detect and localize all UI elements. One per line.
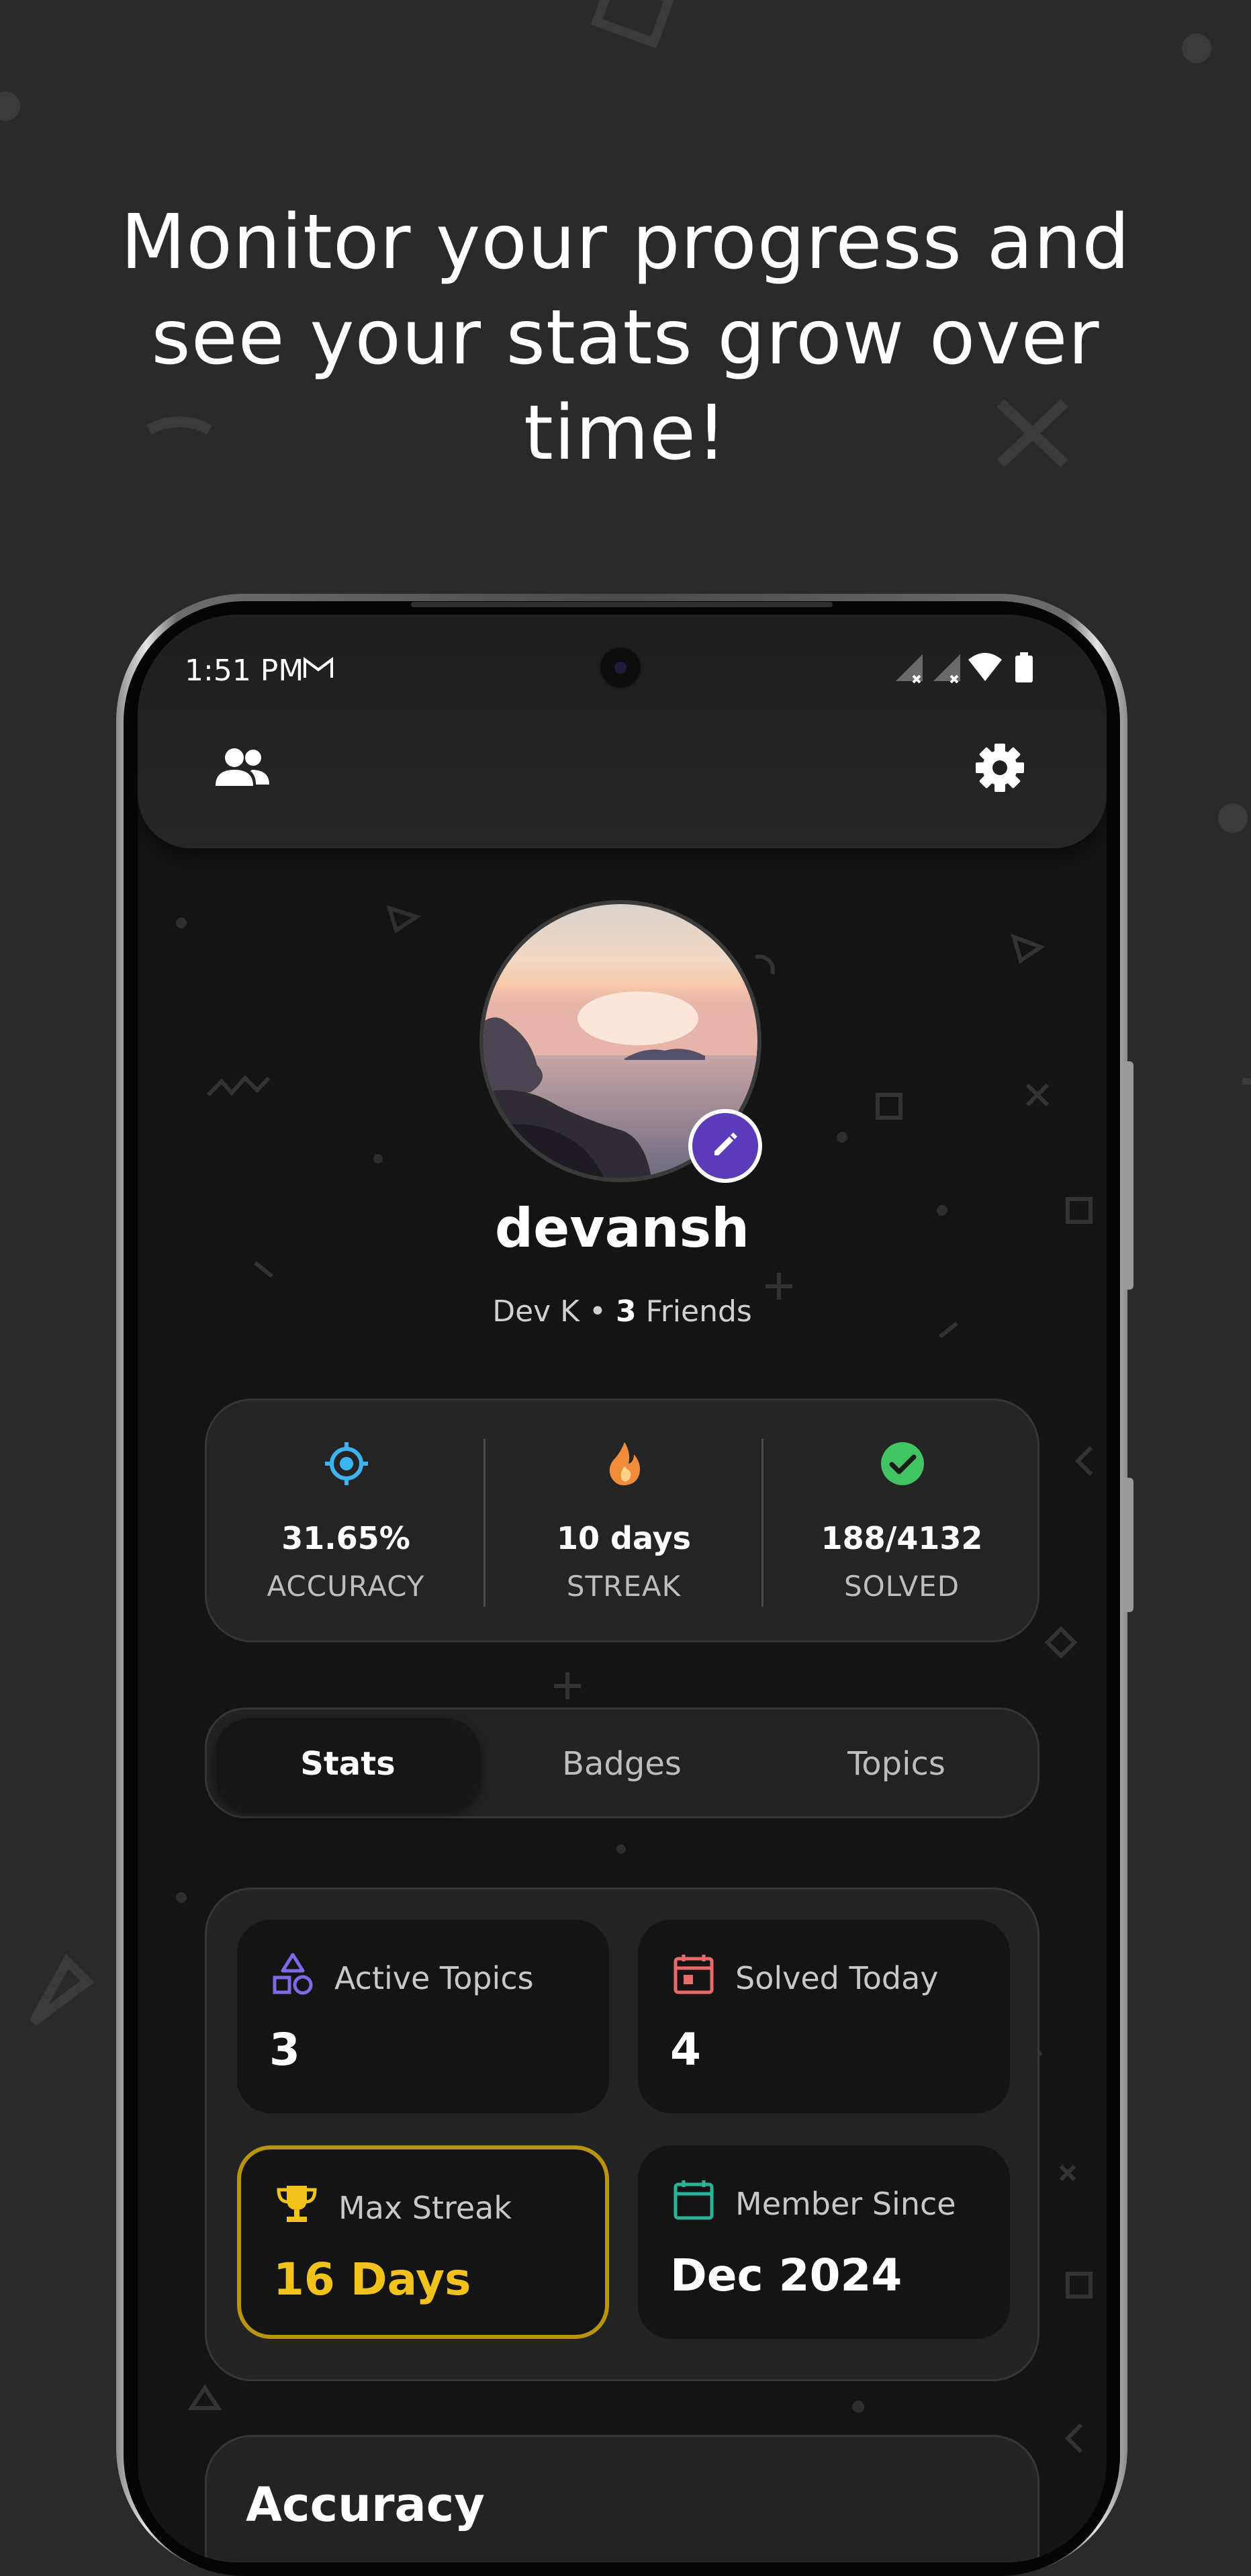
app-bar: 1:51 PM [138,615,1107,848]
username: devansh [494,1197,750,1259]
tile-member-since: Member Since Dec 2024 [638,2145,1010,2339]
check-circle-icon [878,1439,927,1491]
wifi-icon [968,653,1002,681]
status-bar: 1:51 PM [138,615,1107,715]
stat-accuracy-value: 31.65% [281,1520,410,1556]
stat-streak: 10 days STREAK [485,1401,763,1644]
display-name: Dev K [492,1294,580,1329]
tile-active-topics-value: 3 [269,2024,300,2076]
pencil-icon [710,1130,740,1162]
profile-tabs: Stats Badges Topics [205,1707,1039,1818]
friends-count[interactable]: 3 [616,1294,637,1329]
tile-member-since-value: Dec 2024 [670,2250,902,2301]
calendar-outline-icon [671,2178,716,2225]
phone-screen: 1:51 PM devansh Dev K • 3 Friends 31.65%… [138,615,1107,2563]
separator: • [580,1294,616,1329]
accuracy-card-title: Accuracy [246,2477,485,2532]
headline-line-3: time! [524,390,727,477]
shapes-icon [271,1952,315,1999]
summary-stats-card: 31.65% ACCURACY 10 days STREAK 188/4132 … [205,1398,1039,1642]
tab-topics[interactable]: Topics [764,1718,1029,1810]
tile-solved-today-label: Solved Today [735,1960,939,1996]
tile-max-streak-value: 16 Days [273,2254,471,2305]
tile-active-topics-label: Active Topics [334,1960,534,1996]
stats-panel: Active Topics 3 Solved Today 4 Max Strea… [205,1887,1039,2381]
profile-subline: Dev K • 3 Friends [138,1294,1107,1329]
stat-solved: 188/4132 SOLVED [763,1401,1041,1644]
tile-active-topics: Active Topics 3 [237,1920,609,2113]
trophy-icon [275,2182,319,2229]
stat-solved-value: 188/4132 [821,1520,983,1556]
tile-solved-today-value: 4 [670,2024,701,2076]
status-time: 1:51 PM [185,654,304,688]
tab-stats[interactable]: Stats [216,1718,480,1810]
phone-speaker [411,602,833,607]
stat-solved-label: SOLVED [843,1570,960,1603]
headline-line-1: Monitor your progress and [120,199,1131,286]
tab-badges[interactable]: Badges [490,1718,754,1810]
stat-streak-value: 10 days [557,1520,691,1556]
gmail-icon [303,657,334,682]
stat-streak-label: STREAK [566,1570,682,1603]
headline-line-2: see your stats grow over [151,294,1100,382]
tile-max-streak: Max Streak 16 Days [237,2145,609,2339]
friends-icon[interactable] [213,746,272,791]
tile-member-since-label: Member Since [735,2186,956,2222]
phone-volume-button [1123,1478,1133,1612]
stat-accuracy-label: ACCURACY [267,1570,425,1603]
settings-gear-icon[interactable] [973,741,1027,797]
phone-power-button [1123,1061,1133,1290]
friends-label[interactable]: Friends [637,1294,752,1329]
marketing-headline: Monitor your progress and see your stats… [0,195,1251,481]
front-camera [598,646,643,690]
tile-max-streak-label: Max Streak [338,2190,512,2226]
status-icons [893,652,1061,688]
calendar-icon [671,1952,716,1999]
target-icon [322,1439,371,1491]
edit-avatar-button[interactable] [688,1109,762,1183]
battery-icon [1015,656,1033,682]
accuracy-card: Accuracy [205,2435,1039,2563]
stat-accuracy: 31.65% ACCURACY [207,1401,485,1644]
tile-solved-today: Solved Today 4 [638,1920,1010,2113]
fire-icon [600,1439,649,1491]
